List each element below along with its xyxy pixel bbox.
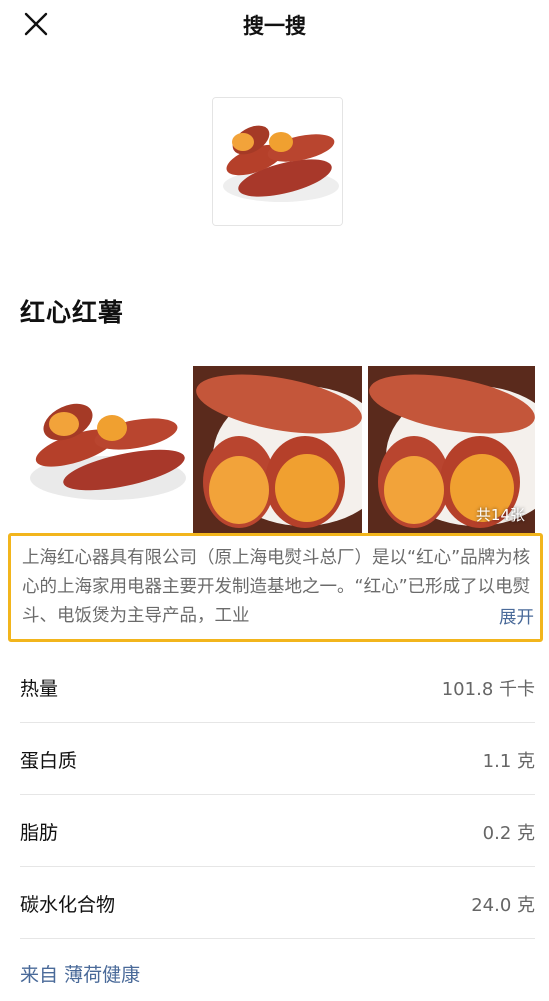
nutrient-value: 24.0 克: [471, 895, 535, 916]
nutrient-name: 碳水化合物: [20, 894, 116, 916]
photo-count-badge: 共14张: [475, 506, 525, 524]
nutrition-row: 热量 101.8 千卡: [20, 651, 535, 723]
query-image-thumbnail[interactable]: [212, 97, 343, 226]
page-title: 搜一搜: [243, 14, 306, 38]
nutrient-name: 脂肪: [20, 822, 59, 844]
nutrition-list: 热量 101.8 千卡 蛋白质 1.1 克 脂肪 0.2 克 碳水化合物 24.…: [20, 651, 535, 939]
nutrient-name: 热量: [20, 678, 59, 700]
source-prefix: 来自: [20, 964, 59, 986]
description-highlight-box: 上海红心器具有限公司（原上海电熨斗总厂）是以“红心”品牌为核心的上海家用电器主要…: [8, 533, 543, 642]
gallery-photo[interactable]: [193, 366, 362, 533]
expand-button[interactable]: 展开: [473, 604, 534, 633]
header: 搜一搜: [0, 0, 549, 48]
nutrient-value: 101.8 千卡: [441, 679, 535, 700]
source-link[interactable]: 来自 薄荷健康: [20, 960, 140, 987]
nutrition-row: 脂肪 0.2 克: [20, 795, 535, 867]
image-gallery: 共14张: [20, 366, 535, 533]
description-text: 上海红心器具有限公司（原上海电熨斗总厂）是以“红心”品牌为核心的上海家用电器主要…: [22, 548, 531, 626]
gallery-photo[interactable]: 共14张: [368, 366, 535, 533]
gallery-photo[interactable]: [20, 366, 188, 533]
nutrient-value: 1.1 克: [482, 751, 535, 772]
source-name[interactable]: 薄荷健康: [64, 964, 140, 986]
nutrition-row: 碳水化合物 24.0 克: [20, 867, 535, 939]
entity-title: 红心红薯: [20, 298, 125, 327]
nutrition-row: 蛋白质 1.1 克: [20, 723, 535, 795]
nutrient-name: 蛋白质: [20, 750, 78, 772]
nutrient-value: 0.2 克: [482, 823, 535, 844]
